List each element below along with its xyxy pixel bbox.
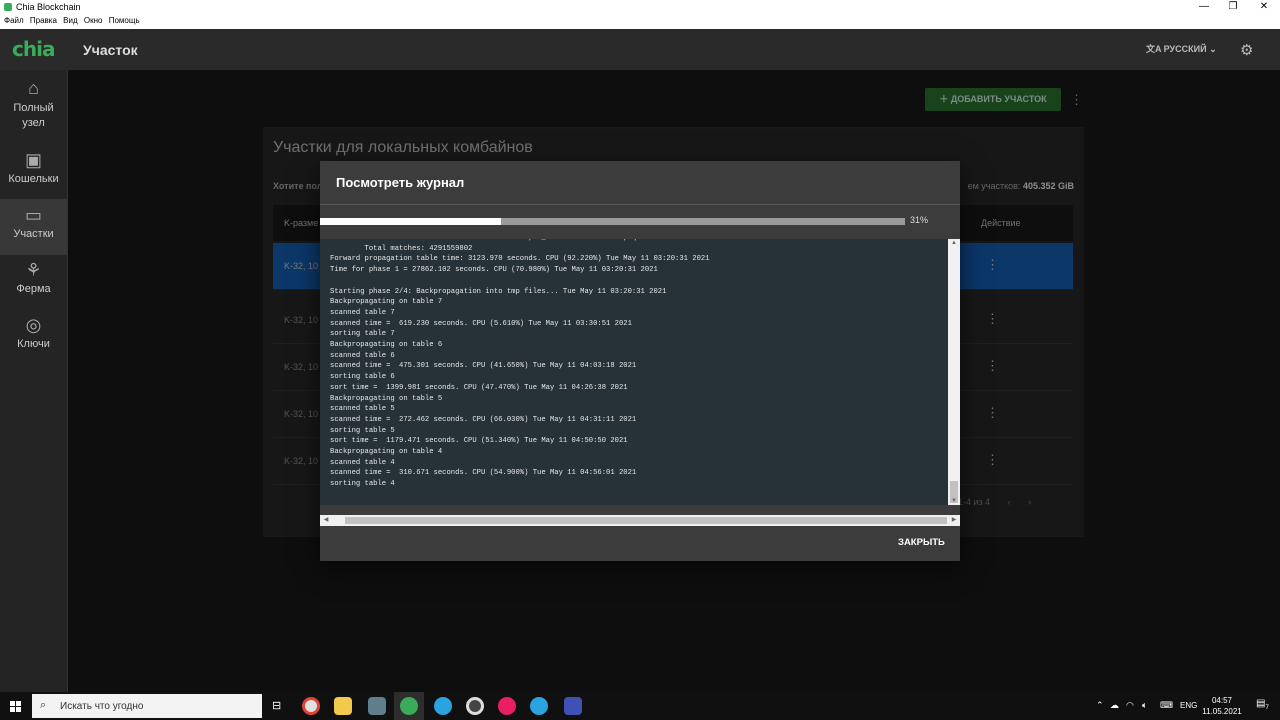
- progress-fill: [320, 218, 502, 225]
- sidebar-item-label: Участки: [13, 228, 54, 240]
- search-placeholder: Искать что угодно: [60, 701, 144, 712]
- settings-gear-icon[interactable]: ⚙: [1240, 41, 1253, 59]
- obs-icon[interactable]: [466, 697, 484, 715]
- dialog-title: Посмотреть журнал: [336, 175, 465, 190]
- sidebar-item-keys[interactable]: ◎ Ключи: [0, 315, 67, 350]
- start-button[interactable]: [0, 692, 32, 720]
- log-horizontal-scrollbar[interactable]: ◀ ▶: [320, 515, 960, 526]
- language-indicator[interactable]: ENG: [1180, 701, 1197, 710]
- file-explorer-icon[interactable]: [334, 697, 352, 715]
- chevron-down-icon: ⌄: [1206, 44, 1217, 54]
- scroll-up-arrow-icon[interactable]: ▲: [948, 240, 960, 246]
- log-vertical-scrollbar[interactable]: ▲ ▼: [948, 239, 960, 505]
- clock[interactable]: 04:57 11.05.2021: [1200, 695, 1244, 717]
- clock-date: 11.05.2021: [1202, 707, 1242, 716]
- horizontal-scroll-thumb[interactable]: [345, 517, 947, 524]
- close-window-button[interactable]: ✕: [1250, 0, 1278, 14]
- sidebar-item-full-node[interactable]: ⌂ Полный узел: [0, 78, 67, 131]
- page-title: Участок: [83, 42, 138, 58]
- menu-window[interactable]: Окно: [84, 16, 103, 25]
- sidebar-item-plots[interactable]: ▭ Участки: [0, 199, 67, 255]
- divider: [320, 204, 960, 205]
- scroll-left-arrow-icon[interactable]: ◀: [320, 515, 332, 526]
- maximize-button[interactable]: ❐: [1219, 0, 1247, 14]
- progress-bar: [320, 218, 905, 225]
- translate-icon: 文A: [1146, 44, 1164, 54]
- cloud-icon[interactable]: ☁: [1110, 700, 1119, 711]
- windows-logo-icon: [10, 701, 21, 712]
- wallet-icon: ▣: [24, 150, 42, 170]
- app-icon[interactable]: [368, 697, 386, 715]
- menu-bar: Файл Правка Вид Окно Помощь: [0, 14, 1280, 30]
- log-text: Bucket 127 uniform sort. Ram: 3.251GiB, …: [330, 239, 710, 489]
- log-output[interactable]: Bucket 127 uniform sort. Ram: 3.251GiB, …: [320, 239, 948, 505]
- windows-taskbar: ⌕ Искать что угодно ⊟ ⌃ ☁ ◠ 🔈︎ ⌨ ENG 04:…: [0, 692, 1280, 720]
- notification-count: 7: [1265, 705, 1269, 711]
- plant-icon: ⚘: [25, 260, 42, 280]
- minimize-button[interactable]: —: [1190, 0, 1218, 14]
- sidebar: ⌂ Полный узел ▣ Кошельки ▭ Участки ⚘ Фер…: [0, 70, 68, 692]
- language-label: РУССКИЙ: [1163, 44, 1207, 54]
- chrome-icon[interactable]: [302, 697, 320, 715]
- chia-app-icon: [4, 3, 12, 11]
- sidebar-item-farm[interactable]: ⚘ Ферма: [0, 260, 67, 295]
- home-icon: ⌂: [28, 78, 39, 98]
- task-view-icon[interactable]: ⊟: [272, 699, 281, 712]
- sidebar-item-label: Ферма: [16, 283, 51, 295]
- telegram-icon[interactable]: [434, 697, 452, 715]
- app-icon[interactable]: [498, 697, 516, 715]
- lifebuoy-icon: ◎: [25, 315, 42, 335]
- taskbar-search[interactable]: ⌕ Искать что угодно: [32, 694, 262, 718]
- sidebar-item-label: Ключи: [17, 338, 50, 350]
- menu-view[interactable]: Вид: [63, 16, 77, 25]
- clock-time: 04:57: [1211, 696, 1233, 705]
- chia-logo: chia: [12, 37, 55, 61]
- sidebar-item-wallets[interactable]: ▣ Кошельки: [0, 150, 67, 185]
- log-dialog: Посмотреть журнал 31% Bucket 127 uniform…: [320, 161, 960, 561]
- app-bar: chia Участок 文A РУССКИЙ ⌄ ⚙: [0, 29, 1280, 70]
- chia-taskbar-icon[interactable]: [400, 697, 418, 715]
- language-selector[interactable]: 文A РУССКИЙ ⌄: [1146, 42, 1217, 55]
- search-icon: ⌕: [40, 699, 47, 711]
- app-icon[interactable]: [564, 697, 582, 715]
- menu-help[interactable]: Помощь: [109, 16, 140, 25]
- menu-edit[interactable]: Правка: [30, 16, 57, 25]
- close-dialog-button[interactable]: ЗАКРЫТЬ: [898, 537, 945, 548]
- volume-icon[interactable]: 🔈︎: [1142, 700, 1147, 711]
- chevron-up-icon[interactable]: ⌃: [1096, 700, 1104, 711]
- telegram-icon[interactable]: [530, 697, 548, 715]
- keyboard-icon[interactable]: ⌨: [1160, 700, 1173, 711]
- sidebar-item-label: Кошельки: [8, 173, 59, 185]
- window-title: Chia Blockchain: [16, 2, 81, 12]
- scroll-down-arrow-icon[interactable]: ▼: [948, 498, 960, 504]
- progress-percent: 31%: [910, 215, 929, 225]
- hdd-icon: ▭: [24, 205, 42, 225]
- window-titlebar: Chia Blockchain — ❐ ✕: [0, 0, 1280, 14]
- notifications-icon[interactable]: ▤7: [1256, 698, 1269, 711]
- sidebar-item-label: Полный узел: [13, 102, 54, 129]
- wifi-icon[interactable]: ◠: [1126, 700, 1134, 711]
- menu-file[interactable]: Файл: [4, 16, 24, 25]
- scroll-right-arrow-icon[interactable]: ▶: [948, 515, 960, 526]
